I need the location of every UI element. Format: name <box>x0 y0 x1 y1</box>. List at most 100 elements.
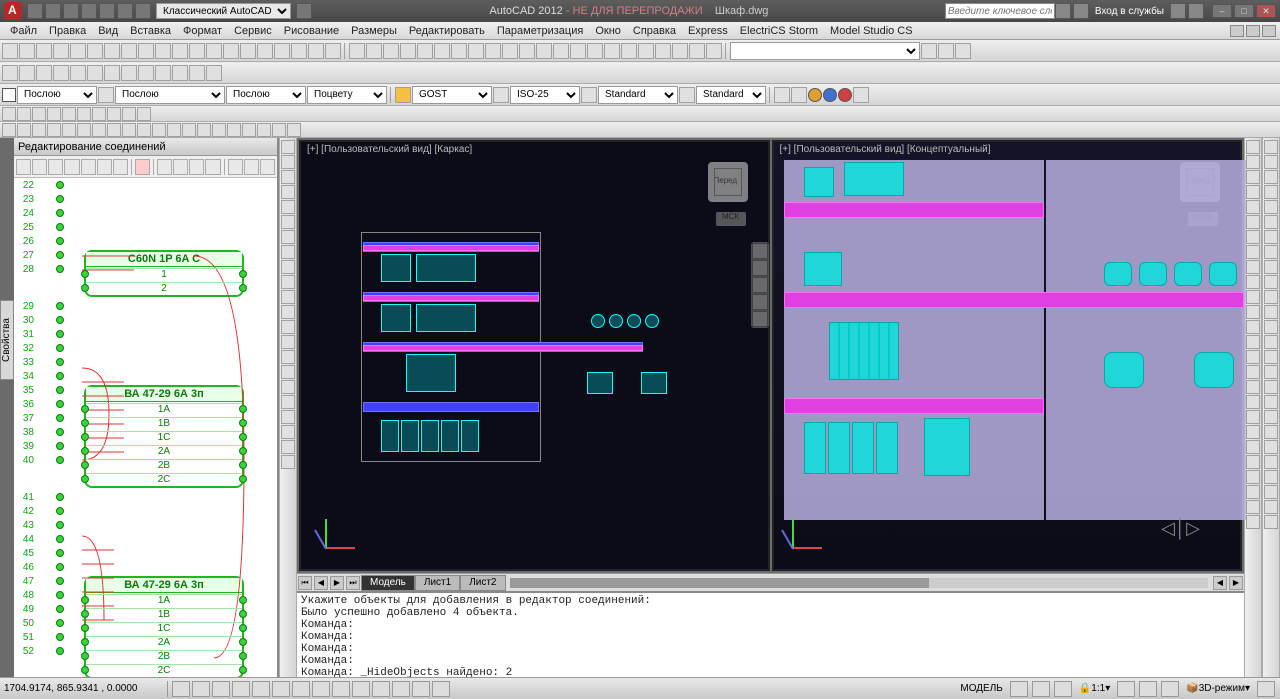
tb5-btn-2[interactable] <box>32 123 46 137</box>
tb3-a[interactable] <box>98 87 114 103</box>
tb1b-btn-1[interactable] <box>366 43 382 59</box>
tb1b-btn-10[interactable] <box>519 43 535 59</box>
sb-b6[interactable] <box>1161 681 1179 697</box>
tb1b-btn-4[interactable] <box>417 43 433 59</box>
tb1c-btn-2[interactable] <box>955 43 971 59</box>
sb-toggle-1[interactable] <box>192 681 210 697</box>
conn-row-41[interactable]: 41 <box>14 490 277 504</box>
menu-help[interactable]: Справка <box>627 25 682 37</box>
pt2-btn-2[interactable] <box>189 159 204 175</box>
sb-b7[interactable] <box>1257 681 1275 697</box>
vtl-btn-18[interactable] <box>281 410 295 424</box>
tab-layout1[interactable]: Лист1 <box>415 575 460 591</box>
mleader-icon[interactable] <box>679 87 695 103</box>
sb-toggle-0[interactable] <box>172 681 190 697</box>
sb-b5[interactable] <box>1139 681 1157 697</box>
tb1-btn-9[interactable] <box>155 43 171 59</box>
tb5-btn-16[interactable] <box>242 123 256 137</box>
conn-row-52[interactable]: 52 <box>14 644 64 658</box>
tb1-btn-15[interactable] <box>257 43 273 59</box>
nav-zoom[interactable] <box>752 277 768 293</box>
vtl-btn-3[interactable] <box>281 185 295 199</box>
coords-display[interactable]: 1704.9174, 865.9341 , 0.0000 <box>4 683 164 694</box>
vtl-btn-9[interactable] <box>281 275 295 289</box>
tb1b-btn-21[interactable] <box>706 43 722 59</box>
doc-close[interactable] <box>1262 25 1276 37</box>
textstyle-icon[interactable] <box>395 87 411 103</box>
vtr1-btn-6[interactable] <box>1246 230 1260 244</box>
menu-modify[interactable]: Редактировать <box>403 25 491 37</box>
vtr1-btn-14[interactable] <box>1246 350 1260 364</box>
menu-window[interactable]: Окно <box>589 25 627 37</box>
vtr1-btn-19[interactable] <box>1246 425 1260 439</box>
tb2-btn-2[interactable] <box>36 65 52 81</box>
vtr1-btn-5[interactable] <box>1246 215 1260 229</box>
tb1-btn-6[interactable] <box>104 43 120 59</box>
qat-undo[interactable] <box>117 3 133 19</box>
tb5-btn-12[interactable] <box>182 123 196 137</box>
vtr2-btn-23[interactable] <box>1264 485 1278 499</box>
vtl-btn-11[interactable] <box>281 305 295 319</box>
tb1-btn-12[interactable] <box>206 43 222 59</box>
conn-row-24[interactable]: 24 <box>14 206 277 220</box>
vtr2-btn-9[interactable] <box>1264 275 1278 289</box>
vtr1-btn-2[interactable] <box>1246 170 1260 184</box>
conn-row-43[interactable]: 43 <box>14 518 277 532</box>
component-c60n[interactable]: C60N 1P 6A C12 <box>84 250 244 297</box>
app-icon[interactable] <box>4 2 22 20</box>
conn-row-33[interactable]: 33 <box>14 355 277 369</box>
vp1-viewcube[interactable]: Перед <box>708 162 748 202</box>
tb1b-btn-8[interactable] <box>485 43 501 59</box>
tab-next[interactable]: ▶ <box>330 576 344 590</box>
pt2-btn-3[interactable] <box>205 159 220 175</box>
conn-row-40[interactable]: 40 <box>14 453 64 467</box>
vtr1-btn-20[interactable] <box>1246 440 1260 454</box>
conn-row-45[interactable]: 45 <box>14 546 277 560</box>
menu-modelstudio[interactable]: Model Studio CS <box>824 25 919 37</box>
qat-new[interactable] <box>27 3 43 19</box>
pt-btn-1[interactable] <box>32 159 47 175</box>
vtr2-btn-0[interactable] <box>1264 140 1278 154</box>
pt-btn-4[interactable] <box>81 159 96 175</box>
vtr2-btn-10[interactable] <box>1264 290 1278 304</box>
vtr1-btn-11[interactable] <box>1246 305 1260 319</box>
conn-row-28[interactable]: 28 <box>14 262 64 276</box>
nav-showmotion[interactable] <box>752 311 768 327</box>
tb1b-btn-0[interactable] <box>349 43 365 59</box>
conn-row-49[interactable]: 49 <box>14 602 64 616</box>
pt-btn-6[interactable] <box>113 159 128 175</box>
conn-row-51[interactable]: 51 <box>14 630 64 644</box>
qat-open[interactable] <box>45 3 61 19</box>
vtr1-btn-12[interactable] <box>1246 320 1260 334</box>
tb1b-btn-3[interactable] <box>400 43 416 59</box>
vtr2-btn-18[interactable] <box>1264 410 1278 424</box>
sb-b2[interactable] <box>1032 681 1050 697</box>
tb2-btn-6[interactable] <box>104 65 120 81</box>
tb1b-btn-6[interactable] <box>451 43 467 59</box>
vtr2-btn-4[interactable] <box>1264 200 1278 214</box>
tb1-btn-11[interactable] <box>189 43 205 59</box>
tb5-btn-19[interactable] <box>287 123 301 137</box>
light-more[interactable] <box>853 87 869 103</box>
sb-toggle-4[interactable] <box>252 681 270 697</box>
vtr2-btn-6[interactable] <box>1264 230 1278 244</box>
tb1b-btn-16[interactable] <box>621 43 637 59</box>
tb1b-btn-20[interactable] <box>689 43 705 59</box>
vtl-btn-6[interactable] <box>281 230 295 244</box>
tb5-btn-7[interactable] <box>107 123 121 137</box>
sb-toggle-5[interactable] <box>272 681 290 697</box>
vtr2-btn-1[interactable] <box>1264 155 1278 169</box>
tb5-btn-8[interactable] <box>122 123 136 137</box>
dimstyle-select[interactable]: ISO-25 <box>510 86 580 104</box>
tb4-btn-5[interactable] <box>77 107 91 121</box>
vtr2-btn-15[interactable] <box>1264 365 1278 379</box>
conn-row-44[interactable]: 44 <box>14 532 277 546</box>
tb4-btn-8[interactable] <box>122 107 136 121</box>
qat-saveas[interactable] <box>81 3 97 19</box>
tab-model[interactable]: Модель <box>361 575 415 591</box>
vp2-label[interactable]: [+] [Пользовательский вид] [Концептуальн… <box>780 144 991 155</box>
vtl-btn-16[interactable] <box>281 380 295 394</box>
tab-last[interactable]: ⏭ <box>346 576 360 590</box>
tb2-btn-9[interactable] <box>155 65 171 81</box>
vtr2-btn-7[interactable] <box>1264 245 1278 259</box>
